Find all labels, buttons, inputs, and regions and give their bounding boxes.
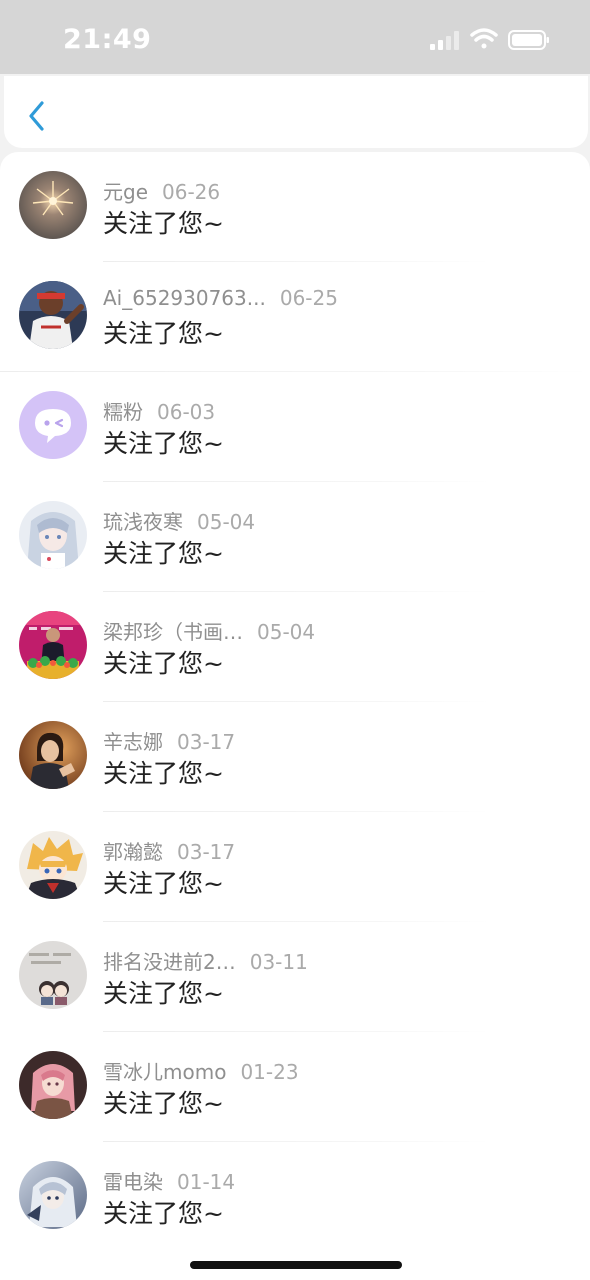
notification-message: 关注了您~: [103, 319, 224, 348]
avatar[interactable]: [19, 281, 87, 349]
list-item[interactable]: 糯粉 06-03 关注了您~: [0, 372, 590, 482]
list-item[interactable]: 梁邦珍（书画… 05-04 关注了您~: [0, 592, 590, 702]
avatar[interactable]: [19, 941, 87, 1009]
notification-date: 05-04: [257, 620, 316, 644]
notification-date: 01-14: [177, 1170, 236, 1194]
notification-message: 关注了您~: [103, 979, 224, 1008]
notification-date: 03-17: [177, 840, 236, 864]
avatar[interactable]: [19, 391, 87, 459]
home-bar-area: [0, 1252, 590, 1280]
list-item[interactable]: 排名没进前2… 03-11 关注了您~: [0, 922, 590, 1032]
back-button[interactable]: [22, 98, 52, 134]
avatar[interactable]: [19, 171, 87, 239]
user-name[interactable]: 糯粉: [103, 400, 143, 424]
notification-message: 关注了您~: [103, 209, 224, 238]
user-name[interactable]: 元ge: [103, 180, 148, 204]
notification-message: 关注了您~: [103, 1089, 224, 1118]
wifi-icon: [470, 28, 498, 49]
status-icons: [430, 28, 549, 50]
user-name[interactable]: 排名没进前2…: [103, 950, 236, 974]
follower-notification-list: 元ge 06-26 关注了您~ Ai_652930763... 06-25 关注了您…: [0, 152, 590, 1252]
home-indicator[interactable]: [190, 1261, 402, 1269]
nav-bar: [4, 76, 588, 148]
list-item[interactable]: 雷电染 01-14 关注了您~: [0, 1142, 590, 1252]
notification-date: 03-17: [177, 730, 236, 754]
list-item[interactable]: Ai_652930763... 06-25 关注了您~: [0, 262, 590, 372]
user-name[interactable]: 辛志娜: [103, 730, 163, 754]
list-item[interactable]: 琉浅夜寒 05-04 关注了您~: [0, 482, 590, 592]
notification-date: 03-11: [249, 950, 308, 974]
notification-message: 关注了您~: [103, 649, 224, 678]
avatar[interactable]: [19, 501, 87, 569]
notification-message: 关注了您~: [103, 759, 224, 788]
notification-message: 关注了您~: [103, 869, 224, 898]
notification-date: 05-04: [197, 510, 256, 534]
list-item[interactable]: 辛志娜 03-17 关注了您~: [0, 702, 590, 812]
list-item[interactable]: 元ge 06-26 关注了您~: [0, 152, 590, 262]
avatar[interactable]: [19, 721, 87, 789]
avatar[interactable]: [19, 831, 87, 899]
signal-icon: [430, 31, 459, 50]
notification-date: 01-23: [240, 1060, 299, 1084]
user-name[interactable]: 雪冰儿momo: [103, 1060, 226, 1084]
user-name[interactable]: 琉浅夜寒: [103, 510, 183, 534]
notification-date: 06-03: [157, 400, 216, 424]
notification-message: 关注了您~: [103, 539, 224, 568]
avatar[interactable]: [19, 1161, 87, 1229]
list-item[interactable]: 雪冰儿momo 01-23 关注了您~: [0, 1032, 590, 1142]
notification-message: 关注了您~: [103, 1199, 224, 1228]
notification-date: 06-25: [279, 286, 338, 310]
battery-icon: [508, 30, 549, 50]
list-item[interactable]: 郭瀚懿 03-17 关注了您~: [0, 812, 590, 922]
user-name[interactable]: 梁邦珍（书画…: [103, 620, 243, 644]
avatar[interactable]: [19, 1051, 87, 1119]
notification-date: 06-26: [162, 180, 221, 204]
user-name[interactable]: 雷电染: [103, 1170, 163, 1194]
notification-message: 关注了您~: [103, 429, 224, 458]
status-bar: 21:49: [0, 0, 590, 74]
status-time: 21:49: [63, 24, 152, 55]
user-name[interactable]: Ai_652930763...: [103, 286, 266, 310]
chevron-left-icon: [29, 101, 44, 131]
avatar[interactable]: [19, 611, 87, 679]
user-name[interactable]: 郭瀚懿: [103, 840, 163, 864]
